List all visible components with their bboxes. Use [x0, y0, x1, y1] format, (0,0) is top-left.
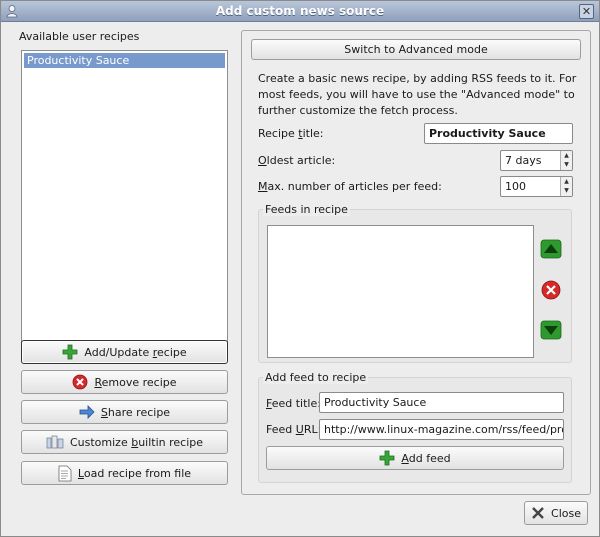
forward-arrow-icon	[79, 405, 95, 419]
feed-title-label: Feed title:	[266, 397, 321, 410]
oldest-article-spinbox[interactable]: 7 days ▲ ▼	[500, 150, 573, 171]
remove-recipe-button[interactable]: Remove recipe	[21, 370, 228, 394]
recipe-list-item[interactable]: Productivity Sauce	[24, 53, 225, 68]
recipe-title-input[interactable]: Productivity Sauce	[424, 123, 573, 144]
oldest-article-label: Oldest article:	[258, 154, 336, 167]
max-articles-spinbox[interactable]: 100 ▲ ▼	[500, 176, 573, 197]
window-title: Add custom news source	[215, 4, 385, 18]
window-close-icon[interactable]: ✕	[579, 4, 594, 19]
share-recipe-button[interactable]: Share recipe	[21, 400, 228, 424]
news-library-icon	[46, 435, 64, 449]
available-recipes-heading: Available user recipes	[19, 30, 140, 43]
spin-arrows-icon[interactable]: ▲ ▼	[560, 151, 572, 170]
recipe-title-label: Recipe title:	[258, 127, 324, 140]
feed-url-label: Feed URL:	[266, 423, 322, 436]
plus-icon	[379, 450, 395, 466]
plus-icon	[62, 344, 78, 360]
feeds-in-recipe-heading: Feeds in recipe	[263, 203, 350, 216]
feed-url-input[interactable]: http://www.linux-magazine.com/rss/feed/p…	[319, 419, 564, 440]
spin-arrows-icon[interactable]: ▲ ▼	[560, 177, 572, 196]
remove-feed-button[interactable]	[539, 279, 563, 301]
move-feed-down-button[interactable]	[539, 319, 563, 341]
intro-text: Create a basic news recipe, by adding RS…	[258, 72, 577, 117]
max-articles-label: Max. number of articles per feed:	[258, 180, 442, 193]
load-recipe-from-file-button[interactable]: Load recipe from file	[21, 461, 228, 485]
close-icon	[532, 507, 544, 519]
feeds-list[interactable]	[267, 225, 534, 358]
recipe-list[interactable]: Productivity Sauce	[21, 50, 228, 361]
add-update-recipe-button[interactable]: Add/Update recipe	[21, 340, 228, 364]
customize-builtin-recipe-button[interactable]: Customize builtin recipe	[21, 430, 228, 454]
add-feed-heading: Add feed to recipe	[263, 371, 369, 384]
switch-advanced-mode-button[interactable]: Switch to Advanced mode	[251, 39, 581, 60]
arrow-down-icon	[540, 320, 562, 340]
document-icon	[58, 465, 72, 481]
arrow-up-icon	[540, 239, 562, 259]
close-button[interactable]: Close	[524, 501, 588, 525]
add-feed-button[interactable]: Add feed	[266, 446, 564, 470]
title-bar[interactable]: Add custom news source ✕	[1, 1, 599, 22]
feed-title-input[interactable]: Productivity Sauce	[319, 392, 564, 413]
remove-icon	[541, 280, 561, 300]
remove-icon	[73, 374, 88, 390]
basic-recipe-panel: Switch to Advanced mode Create a basic n…	[241, 30, 591, 495]
move-feed-up-button[interactable]	[539, 238, 563, 260]
dialog-window: Add custom news source ✕ Available user …	[0, 0, 600, 537]
